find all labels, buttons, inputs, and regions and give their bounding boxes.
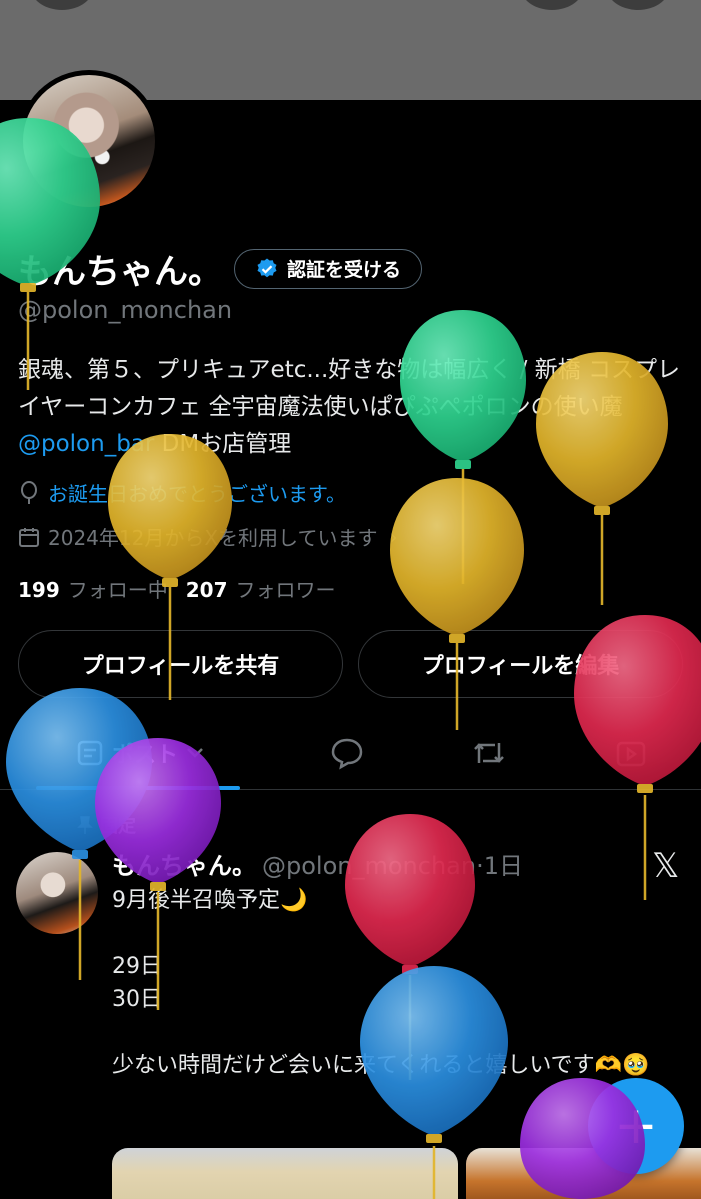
following-label: フォロー中 [67,578,168,602]
compose-post-button[interactable]: + [588,1078,684,1174]
bio-mention-link[interactable]: @polon_bar [18,431,154,457]
birthday-text[interactable]: お誕生日おめでとうございます。 [48,478,346,507]
pin-icon [77,816,93,834]
post-body[interactable]: 9月後半召喚予定🌙 29日 30日 少ない時間だけど会いに来てくれると嬉しいです… [112,884,682,1082]
pinned-label-row: 固定 [76,812,136,838]
following-count: 199 [18,578,60,602]
x-logo-icon: 𝕏 [652,846,680,886]
post-media-image[interactable] [112,1148,458,1199]
verified-badge-icon [257,258,277,277]
edit-profile-button[interactable]: プロフィールを編集 [358,630,683,698]
calendar-icon [19,527,39,547]
tab-posts[interactable]: ポスト [40,716,240,790]
tab-media[interactable] [594,716,668,790]
video-icon [616,741,646,767]
joined-row: 2024年12月からXを利用しています › [18,522,397,551]
followers-label: フォロワー [235,578,336,602]
bio-tail: DMお店管理 [154,431,292,457]
post-handle-time[interactable]: @polon_monchan·1日 [262,846,523,881]
reply-icon [331,738,363,770]
post-avatar[interactable] [16,852,98,934]
tab-reposts[interactable] [452,716,526,790]
more-button[interactable] [606,0,670,10]
back-button[interactable] [30,0,94,10]
balloon-icon [21,480,37,504]
repost-icon [474,743,504,763]
search-button[interactable] [520,0,584,10]
tab-replies[interactable] [310,716,384,790]
post-author-name[interactable]: もんちゃん。 [112,846,256,881]
followers-link[interactable]: 207 フォロワー [186,574,336,603]
get-verified-button[interactable]: 認証を受ける [234,248,423,289]
following-link[interactable]: 199 フォロー中 [18,574,168,603]
profile-bio: 銀魂、第５、プリキュアetc...好きな物は幅広く / 新橋 コスプレイヤーコン… [18,352,688,463]
chevron-right-icon: › [389,524,398,549]
profile-name: もんちゃん。 [18,252,222,292]
follow-stats: 199 フォロー中 207 フォロワー [18,574,336,603]
tab-posts-label: ポスト [111,743,178,768]
profile-avatar[interactable] [18,70,160,212]
chevron-down-icon [187,748,203,758]
profile-tabs: ポスト [0,716,701,790]
followers-count: 207 [185,578,228,602]
pinned-label: 固定 [100,816,136,837]
joined-text: 2024年12月からXを利用しています [48,526,378,550]
get-verified-label: 認証を受ける [287,259,402,281]
profile-name-row: もんちゃん。 認証を受ける [18,244,423,293]
posts-icon [77,740,103,766]
profile-handle: @polon_monchan [18,296,233,324]
bio-text: 銀魂、第５、プリキュアetc...好きな物は幅広く / 新橋 コスプレイヤーコン… [18,357,680,420]
post-header: もんちゃん。 @polon_monchan·1日 [112,846,523,881]
tab-active-indicator [36,786,240,790]
share-profile-button[interactable]: プロフィールを共有 [18,630,343,698]
birthday-row: お誕生日おめでとうございます。 [18,478,346,507]
